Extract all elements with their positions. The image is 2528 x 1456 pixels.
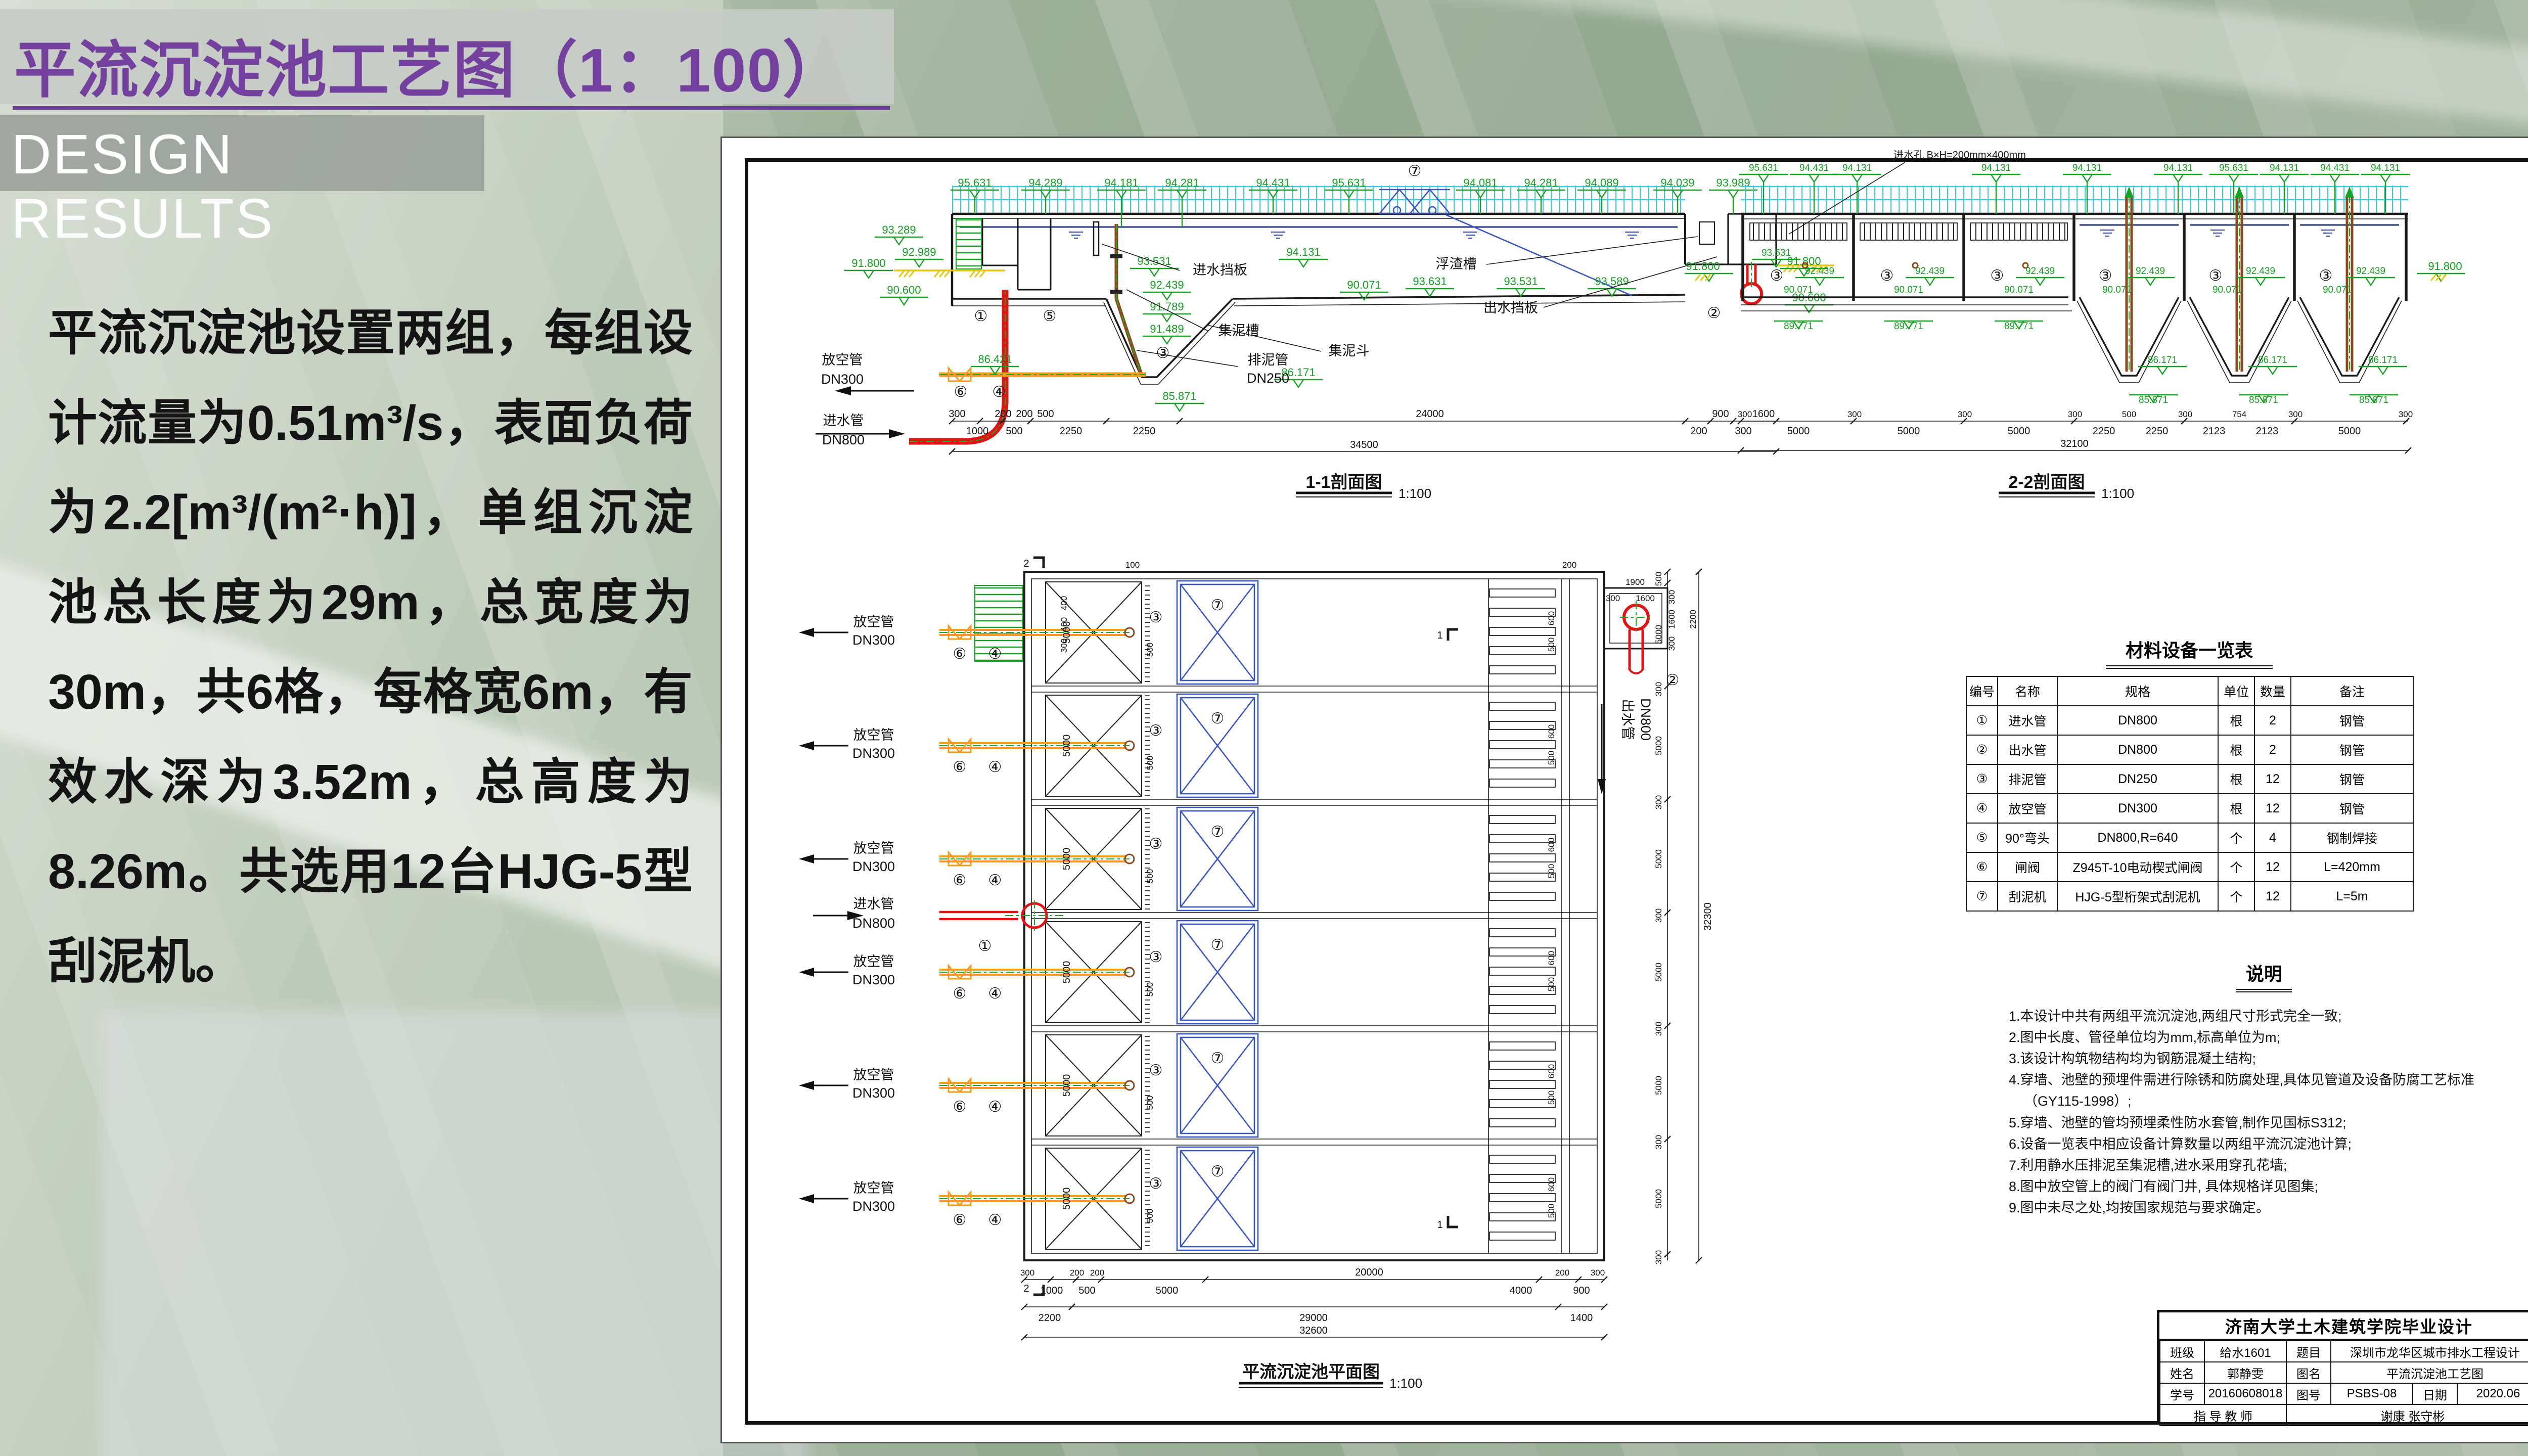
cell: 根	[2218, 706, 2254, 735]
page-title: 平流沉淀池工艺图（1：100）	[14, 20, 845, 110]
cell: 根	[2218, 794, 2254, 823]
col-header: 名称	[1998, 676, 2057, 706]
materials-header-row: 编号名称规格单位数量备注	[1966, 676, 2413, 706]
cell: 钢管	[2291, 706, 2413, 735]
cell: ②	[1966, 735, 1998, 764]
field-label: 学号	[2160, 1383, 2204, 1404]
table-row: ④放空管DN300根12钢管	[1966, 794, 2413, 823]
field-label: 指 导 教 师	[2160, 1404, 2286, 1426]
cell: ①	[1966, 706, 1998, 735]
note-item: 5.穿墙、池壁的管均预埋柔性防水套管,制作见国标S312;	[2009, 1112, 2519, 1133]
cell: 钢制焊接	[2291, 823, 2413, 852]
cell: 12	[2254, 764, 2291, 794]
col-header: 规格	[2057, 676, 2218, 706]
note-item: 3.该设计构筑物结构均为钢筋混凝土结构;	[2009, 1048, 2519, 1069]
cell: DN800	[2057, 735, 2218, 764]
cell: L=420mm	[2291, 852, 2413, 882]
cell: 4	[2254, 823, 2291, 852]
title-block-row: 学号20160608018 图号PSBS-08 日期2020.06	[2160, 1383, 2528, 1404]
cell: 刮泥机	[1998, 882, 2057, 911]
note-item: 8.图中放空管上的阀门有阀门井, 具体规格详见图集;	[2009, 1176, 2519, 1197]
cell: HJG-5型桁架式刮泥机	[2057, 882, 2218, 911]
title-underline	[13, 106, 890, 110]
subtitle: DESIGN RESULTS	[11, 122, 484, 251]
cell: 2	[2254, 706, 2291, 735]
field-value: 谢康 张守彬	[2286, 1404, 2528, 1426]
title-block-row: 姓名郭静雯 图名平流沉淀池工艺图	[2160, 1362, 2528, 1383]
design-summary-text: 平流沉淀池设置两组，每组设计流量为0.51m³/s，表面负荷为2.2[m³/(m…	[48, 288, 693, 1006]
slide: 平流沉淀池工艺图（1：100） DESIGN RESULTS 平流沉淀池设置两组…	[0, 0, 2528, 1456]
note-item: 7.利用静水压排泥至集泥槽,进水采用穿孔花墙;	[2009, 1155, 2519, 1176]
cell: ⑤	[1966, 823, 1998, 852]
cell: 出水管	[1998, 735, 2057, 764]
cell: 个	[2218, 823, 2254, 852]
cell: DN300	[2057, 794, 2218, 823]
materials-table: 材料设备一览表 编号名称规格单位数量备注 ①进水管DN800根2钢管 ②出水管D…	[1966, 636, 2413, 912]
col-header: 数量	[2254, 676, 2291, 706]
cell: 进水管	[1998, 706, 2057, 735]
field-label: 图名	[2286, 1362, 2331, 1383]
cell: DN250	[2057, 764, 2218, 794]
title-block-row: 指 导 教 师 谢康 张守彬	[2160, 1404, 2528, 1426]
table-row: ①进水管DN800根2钢管	[1966, 706, 2413, 735]
cell: 个	[2218, 882, 2254, 911]
field-value: 给水1601	[2204, 1341, 2286, 1362]
table-row: ③排泥管DN250根12钢管	[1966, 764, 2413, 794]
cell: 闸阀	[1998, 852, 2057, 882]
materials-title: 材料设备一览表	[2106, 636, 2273, 669]
subtitle-band: DESIGN RESULTS	[0, 115, 484, 191]
field-value: 深圳市龙华区城市排水工程设计	[2331, 1341, 2528, 1362]
table-row: ②出水管DN800根2钢管	[1966, 735, 2413, 764]
cell: 根	[2218, 764, 2254, 794]
field-label: 题目	[2286, 1341, 2331, 1362]
cell: 2	[2254, 735, 2291, 764]
cell: ⑦	[1966, 882, 1998, 911]
field-value: 2020.06	[2457, 1383, 2528, 1404]
cell: ④	[1966, 794, 1998, 823]
col-header: 单位	[2218, 676, 2254, 706]
table-row: ⑤90°弯头DN800,R=640个4钢制焊接	[1966, 823, 2413, 852]
cell: 钢管	[2291, 735, 2413, 764]
cell: 排泥管	[1998, 764, 2057, 794]
cell: 90°弯头	[1998, 823, 2057, 852]
cell: 放空管	[1998, 794, 2057, 823]
title-block-row: 班级给水1601 题目深圳市龙华区城市排水工程设计	[2160, 1341, 2528, 1362]
table-row: ⑥闸阀Z945T-10电动楔式闸阀个12L=420mm	[1966, 852, 2413, 882]
col-header: 备注	[2291, 676, 2413, 706]
title-band: 平流沉淀池工艺图（1：100）	[0, 9, 894, 104]
note-item: 2.图中长度、管径单位均为mm,标高单位为m;	[2009, 1027, 2519, 1048]
cell: Z945T-10电动楔式闸阀	[2057, 852, 2218, 882]
cell: 12	[2254, 794, 2291, 823]
cell: 12	[2254, 882, 2291, 911]
note-item: 4.穿墙、池壁的预埋件需进行除锈和防腐处理,具体见管道及设备防腐工艺标准（GY1…	[2009, 1069, 2519, 1112]
cell: ⑥	[1966, 852, 1998, 882]
field-label: 班级	[2160, 1341, 2204, 1362]
cell: ③	[1966, 764, 1998, 794]
field-value: PSBS-08	[2331, 1383, 2413, 1404]
cell: 个	[2218, 852, 2254, 882]
table-row: ⑦刮泥机HJG-5型桁架式刮泥机个12L=5m	[1966, 882, 2413, 911]
notes-block: 说明 1.本设计中共有两组平流沉淀池,两组尺寸形式完全一致; 2.图中长度、管径…	[2009, 960, 2519, 1218]
field-label: 姓名	[2160, 1362, 2204, 1383]
notes-title: 说明	[2236, 960, 2292, 992]
cell: L=5m	[2291, 882, 2413, 911]
field-value: 郭静雯	[2204, 1362, 2286, 1383]
cell: 钢管	[2291, 794, 2413, 823]
field-label: 图号	[2286, 1383, 2331, 1404]
cell: 根	[2218, 735, 2254, 764]
title-block-school: 济南大学土木建筑学院毕业设计	[2159, 1312, 2528, 1340]
field-value: 20160608018	[2204, 1383, 2286, 1404]
field-label: 日期	[2413, 1383, 2457, 1404]
drawing-sheet: 95.631 94.289 94.181 94.281 94.431 95.63…	[720, 136, 2528, 1443]
col-header: 编号	[1966, 676, 1998, 706]
cell: DN800	[2057, 706, 2218, 735]
title-block: 济南大学土木建筑学院毕业设计 班级给水1601 题目深圳市龙华区城市排水工程设计…	[2157, 1310, 2528, 1425]
note-item: 1.本设计中共有两组平流沉淀池,两组尺寸形式完全一致;	[2009, 1006, 2519, 1027]
cell: 12	[2254, 852, 2291, 882]
cell: 钢管	[2291, 764, 2413, 794]
note-item: 6.设备一览表中相应设备计算数量以两组平流沉淀池计算;	[2009, 1133, 2519, 1155]
cell: DN800,R=640	[2057, 823, 2218, 852]
note-item: 9.图中未尽之处,均按国家规范与要求确定。	[2009, 1197, 2519, 1218]
field-value: 平流沉淀池工艺图	[2331, 1362, 2528, 1383]
